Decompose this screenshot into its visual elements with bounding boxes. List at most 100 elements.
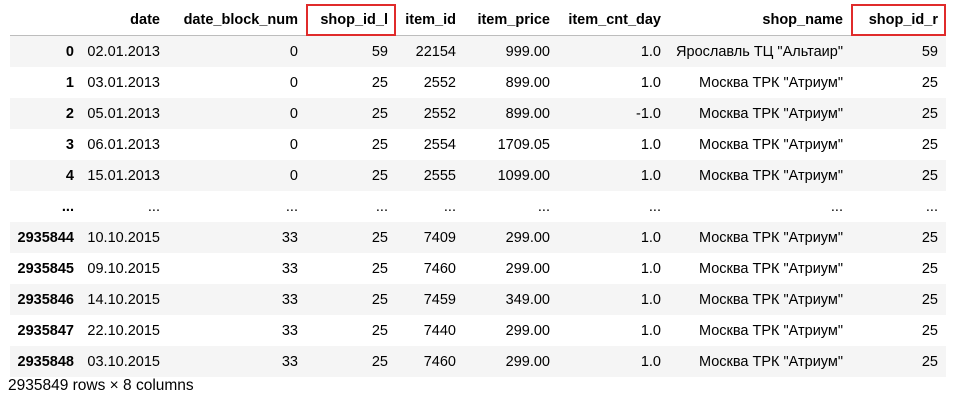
table-cell: 10.10.2015: [87, 229, 160, 246]
table-cell: 25: [921, 353, 938, 370]
table-cell: Москва ТРК "Атриум": [698, 136, 843, 153]
table-cell: 0: [289, 43, 298, 60]
table-cell: 25: [371, 167, 388, 184]
table-row: 2935847 22.10.2015 33 25 7440 299.00 1.0 Москва…: [10, 315, 946, 346]
table-body: 0 02.01.2013 0 59 22154 999.00 1.0 Ярославль ТЦ…: [10, 35, 946, 377]
table-cell: 299.00: [505, 353, 550, 370]
table-cell: 1.0: [640, 136, 661, 153]
table-cell: 0: [289, 136, 298, 153]
index-header: [10, 4, 82, 36]
table-cell: 1.0: [640, 229, 661, 246]
table-row: 0 02.01.2013 0 59 22154 999.00 1.0 Ярославль ТЦ…: [10, 35, 946, 67]
table-cell: 0: [289, 74, 298, 91]
table-cell: Москва ТРК "Атриум": [698, 167, 843, 184]
table-cell: 02.01.2013: [87, 43, 160, 60]
table-cell: 1.0: [640, 291, 661, 308]
table-cell: 25: [371, 322, 388, 339]
table-cell: ...: [147, 198, 160, 215]
table-cell: 05.01.2013: [87, 105, 160, 122]
table-cell: -1.0: [636, 105, 661, 122]
table-cell: 0: [289, 167, 298, 184]
column-header-item-price: item_price: [464, 4, 558, 36]
table-cell: 1.0: [640, 167, 661, 184]
table-cell: 25: [921, 291, 938, 308]
column-header-item-cnt-day: item_cnt_day: [558, 4, 669, 36]
table-cell: 2552: [423, 74, 456, 91]
table-cell: 33: [281, 229, 298, 246]
row-index: ...: [61, 198, 74, 215]
table-cell: 2552: [423, 105, 456, 122]
table-cell: Москва ТРК "Атриум": [698, 322, 843, 339]
table-cell: 25: [921, 167, 938, 184]
row-index: 2935847: [17, 322, 74, 339]
table-cell: 03.01.2013: [87, 74, 160, 91]
table-cell: 25: [921, 136, 938, 153]
table-cell: 25: [921, 229, 938, 246]
dataframe-shape-caption: 2935849 rows × 8 columns: [8, 377, 194, 394]
row-index: 2: [65, 105, 74, 122]
table-cell: 1.0: [640, 353, 661, 370]
table-cell: 25: [921, 105, 938, 122]
table-cell: 22154: [415, 43, 456, 60]
table-cell: 25: [371, 74, 388, 91]
table-cell: 25: [921, 322, 938, 339]
table-cell: Москва ТРК "Атриум": [698, 105, 843, 122]
column-header-shop-id-r: shop_id_r: [851, 4, 946, 36]
table-cell: 2555: [423, 167, 456, 184]
table-cell: 999.00: [505, 43, 550, 60]
dataframe-output: date date_block_num shop_id_l item_id it…: [10, 4, 950, 377]
table-cell: 299.00: [505, 229, 550, 246]
table-cell: ...: [375, 198, 388, 215]
table-cell: 25: [371, 291, 388, 308]
header-row: date date_block_num shop_id_l item_id it…: [10, 4, 946, 36]
row-index: 2935845: [17, 260, 74, 277]
table-cell: Москва ТРК "Атриум": [698, 229, 843, 246]
table-cell: 7440: [423, 322, 456, 339]
table-cell: 25: [921, 260, 938, 277]
column-header-shop-name: shop_name: [669, 4, 851, 36]
column-header-date: date: [82, 4, 168, 36]
table-cell: 25: [371, 353, 388, 370]
table-cell: ...: [285, 198, 298, 215]
table-cell: 33: [281, 353, 298, 370]
row-index: 1: [65, 74, 74, 91]
table-cell: 299.00: [505, 322, 550, 339]
table-cell: 7460: [423, 260, 456, 277]
table-cell: 25: [371, 260, 388, 277]
table-cell: 7460: [423, 353, 456, 370]
table-row: 2935844 10.10.2015 33 25 7409 299.00 1.0 Москва…: [10, 222, 946, 253]
row-index: 3: [65, 136, 74, 153]
table-cell: 33: [281, 291, 298, 308]
table-cell: 25: [371, 229, 388, 246]
table-cell: 33: [281, 322, 298, 339]
table-cell: ...: [925, 198, 938, 215]
table-row: 2 05.01.2013 0 25 2552 899.00 -1.0 Москва ТРК "…: [10, 98, 946, 129]
table-cell: Москва ТРК "Атриум": [698, 353, 843, 370]
table-cell: 7409: [423, 229, 456, 246]
table-cell: ...: [830, 198, 843, 215]
table-row: 2935848 03.10.2015 33 25 7460 299.00 1.0 Москва…: [10, 346, 946, 377]
table-row: 3 06.01.2013 0 25 2554 1709.05 1.0 Москва ТРК "…: [10, 129, 946, 160]
table-cell: ...: [537, 198, 550, 215]
table-cell: 899.00: [505, 105, 550, 122]
table-cell: 2554: [423, 136, 456, 153]
table-cell: 59: [921, 43, 938, 60]
table-cell: 7459: [423, 291, 456, 308]
table-cell: 0: [289, 105, 298, 122]
table-cell: 299.00: [505, 260, 550, 277]
table-cell: Москва ТРК "Атриум": [698, 74, 843, 91]
column-header-item-id: item_id: [396, 4, 464, 36]
table-cell: 25: [371, 136, 388, 153]
row-index: 2935844: [17, 229, 74, 246]
table-cell: 1709.05: [497, 136, 550, 153]
table-cell: Москва ТРК "Атриум": [698, 260, 843, 277]
table-cell: 25: [371, 105, 388, 122]
row-index: 2935848: [17, 353, 74, 370]
dataframe-table: date date_block_num shop_id_l item_id it…: [10, 4, 946, 377]
table-cell: Москва ТРК "Атриум": [698, 291, 843, 308]
table-cell: 349.00: [505, 291, 550, 308]
ellipsis-row: ...........................: [10, 191, 946, 222]
table-cell: 22.10.2015: [87, 322, 160, 339]
column-header-shop-id-l: shop_id_l: [306, 4, 396, 36]
table-cell: 1.0: [640, 322, 661, 339]
